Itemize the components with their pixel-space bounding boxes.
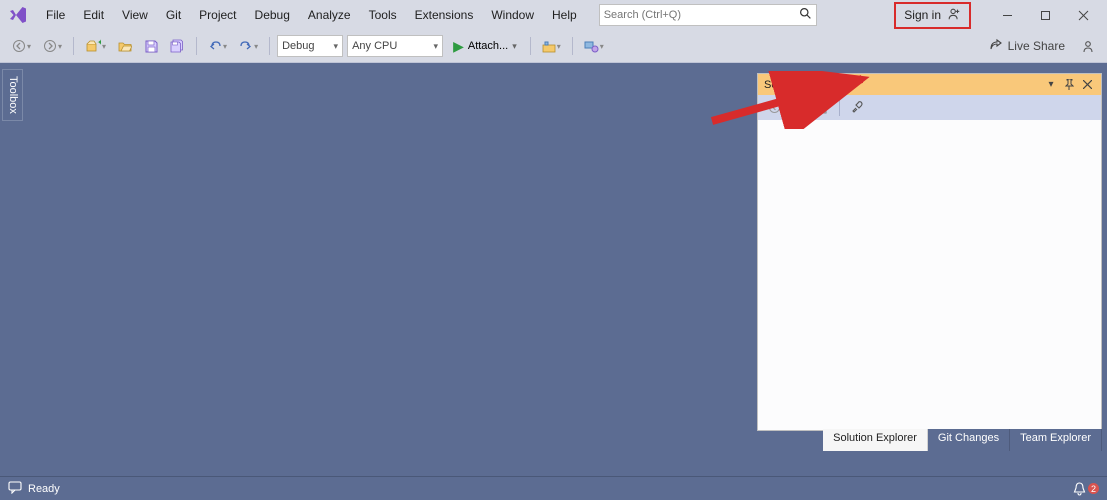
platform-combo[interactable]: Any CPU ▾ — [347, 35, 443, 57]
undo-button[interactable]: ▾ — [204, 35, 231, 57]
toolbar: ▾ ▾ ✦▾ ▾ ▾ Debug ▾ Any CPU ▾ ▶ Attach...… — [0, 30, 1107, 63]
menu-project[interactable]: Project — [191, 4, 244, 26]
menu-view[interactable]: View — [114, 4, 156, 26]
menu-help[interactable]: Help — [544, 4, 585, 26]
visual-studio-logo-icon — [6, 3, 30, 27]
nav-back-button[interactable]: ▾ — [8, 35, 35, 57]
menu-git[interactable]: Git — [158, 4, 189, 26]
panel-dropdown-icon[interactable]: ▾ — [1043, 77, 1059, 93]
menu-items: File Edit View Git Project Debug Analyze… — [38, 4, 585, 26]
platform-combo-value: Any CPU — [352, 40, 397, 52]
sign-in-button[interactable]: Sign in — [894, 2, 971, 29]
chevron-down-icon: ▾ — [434, 41, 439, 52]
status-ready: Ready — [28, 483, 60, 495]
config-combo[interactable]: Debug ▾ — [277, 35, 343, 57]
notifications-button[interactable]: 2 — [1073, 482, 1099, 496]
chevron-down-icon: ▾ — [334, 41, 339, 52]
panel-close-icon[interactable] — [1079, 77, 1095, 93]
live-share-label: Live Share — [1008, 39, 1065, 53]
notification-count: 2 — [1088, 483, 1099, 494]
minimize-button[interactable] — [989, 3, 1025, 27]
save-all-button[interactable] — [166, 35, 189, 57]
attach-button[interactable]: ▶ Attach... ▾ — [447, 35, 523, 57]
pin-icon[interactable] — [1061, 77, 1077, 93]
attach-label: Attach... — [468, 40, 508, 52]
feedback-icon[interactable] — [1077, 35, 1099, 57]
window-controls — [989, 3, 1101, 27]
menu-file[interactable]: File — [38, 4, 73, 26]
tab-solution-explorer[interactable]: Solution Explorer — [823, 429, 928, 451]
share-icon — [989, 38, 1003, 55]
se-forward-button[interactable] — [788, 98, 808, 118]
solution-explorer-panel: Solution Explorer ▾ — [757, 73, 1102, 431]
solution-explorer-tabs: Solution Explorer Git Changes Team Explo… — [823, 429, 1102, 451]
solution-explorer-title: Solution Explorer — [764, 79, 1041, 91]
solution-explorer-content — [758, 120, 1101, 430]
toolbar-button-a[interactable]: ▾ — [538, 35, 565, 57]
menu-edit[interactable]: Edit — [75, 4, 112, 26]
new-project-button[interactable]: ✦▾ — [81, 35, 110, 57]
chevron-down-icon: ▾ — [512, 41, 517, 52]
search-input[interactable] — [604, 9, 799, 21]
open-file-button[interactable] — [114, 35, 136, 57]
se-properties-button[interactable] — [847, 98, 867, 118]
menu-debug[interactable]: Debug — [247, 4, 298, 26]
statusbar: Ready 2 — [0, 476, 1107, 500]
chat-icon[interactable] — [8, 481, 22, 497]
search-box[interactable] — [599, 4, 817, 26]
menu-analyze[interactable]: Analyze — [300, 4, 359, 26]
svg-text:✦: ✦ — [97, 39, 101, 47]
workarea: Toolbox Solution Explorer ▾ Solution Exp… — [0, 63, 1107, 476]
redo-button[interactable]: ▾ — [235, 35, 262, 57]
config-combo-value: Debug — [282, 40, 314, 52]
close-button[interactable] — [1065, 3, 1101, 27]
toolbox-tab[interactable]: Toolbox — [2, 69, 23, 121]
menu-extensions[interactable]: Extensions — [407, 4, 482, 26]
menubar: File Edit View Git Project Debug Analyze… — [0, 0, 1107, 30]
menu-tools[interactable]: Tools — [361, 4, 405, 26]
nav-forward-button[interactable]: ▾ — [39, 35, 66, 57]
toolbox-label: Toolbox — [7, 76, 19, 114]
play-icon: ▶ — [453, 38, 464, 55]
maximize-button[interactable] — [1027, 3, 1063, 27]
search-icon[interactable] — [799, 7, 812, 23]
tab-git-changes[interactable]: Git Changes — [928, 429, 1010, 451]
solution-explorer-toolbar — [758, 95, 1101, 120]
live-share-button[interactable]: Live Share — [981, 35, 1073, 58]
menu-window[interactable]: Window — [483, 4, 542, 26]
person-add-icon — [947, 7, 961, 24]
save-button[interactable] — [140, 35, 162, 57]
tab-team-explorer[interactable]: Team Explorer — [1010, 429, 1102, 451]
se-back-button[interactable] — [764, 98, 784, 118]
toolbar-button-b[interactable]: ▾ — [580, 35, 608, 57]
se-home-button[interactable] — [812, 98, 832, 118]
sign-in-label: Sign in — [904, 8, 941, 22]
solution-explorer-titlebar: Solution Explorer ▾ — [758, 74, 1101, 95]
